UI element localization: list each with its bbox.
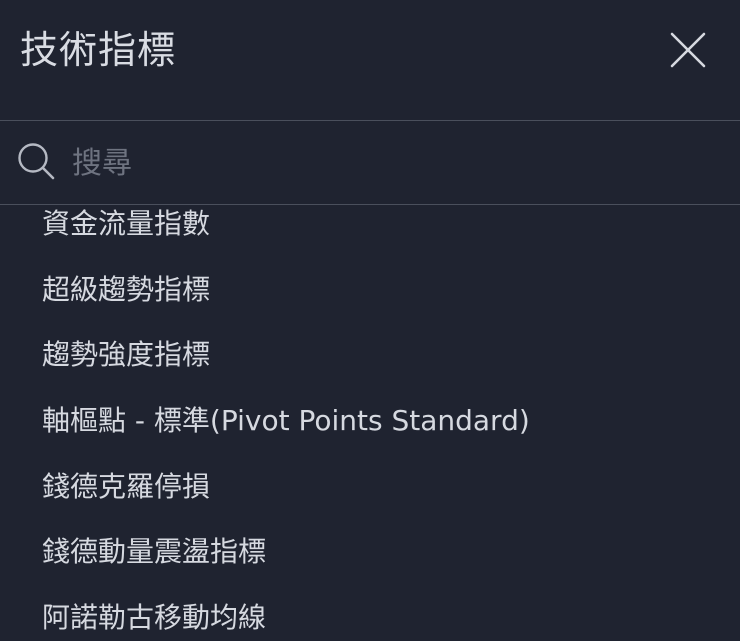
- indicator-item[interactable]: 超級趨勢指標: [42, 267, 210, 313]
- indicator-item[interactable]: 趨勢強度指標: [42, 332, 210, 378]
- indicator-item[interactable]: 阿諾勒古移動均線: [42, 595, 266, 641]
- indicator-item[interactable]: 錢德動量震盪指標: [42, 529, 266, 575]
- search-input[interactable]: [72, 140, 712, 186]
- panel-header: 技術指標: [0, 0, 740, 120]
- close-button[interactable]: [666, 28, 710, 72]
- indicator-list[interactable]: 資金流量指數 超級趨勢指標 趨勢強度指標 軸樞點 - 標準(Pivot Poin…: [0, 205, 740, 641]
- search-icon: [18, 143, 55, 180]
- technical-indicators-panel: 技術指標 資金流量指數 超級趨勢指標 趨勢強度指標 軸樞點 - 標準(Pivot…: [0, 0, 740, 641]
- panel-title: 技術指標: [20, 28, 177, 72]
- indicator-item[interactable]: 資金流量指數: [42, 205, 210, 247]
- indicator-item[interactable]: 軸樞點 - 標準(Pivot Points Standard): [42, 398, 530, 444]
- close-icon: [670, 32, 706, 68]
- indicator-item[interactable]: 錢德克羅停損: [42, 464, 210, 510]
